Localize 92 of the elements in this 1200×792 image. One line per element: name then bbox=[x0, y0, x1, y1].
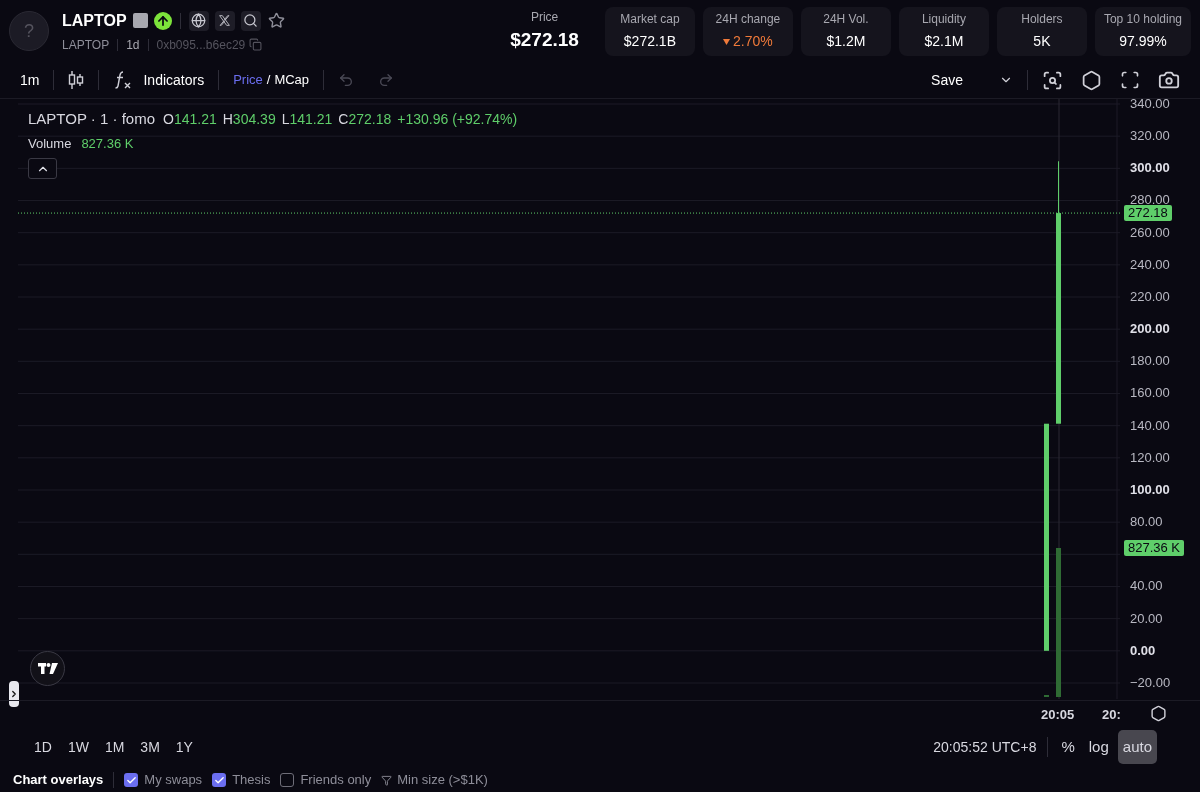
price-axis-label: 220.00 bbox=[1130, 289, 1170, 305]
ohlc-value: O141.21 bbox=[163, 109, 217, 129]
price-axis-label: 40.00 bbox=[1130, 578, 1163, 595]
stat-label: Top 10 holding bbox=[1103, 11, 1182, 28]
token-symbol: LAPTOP bbox=[62, 36, 110, 54]
tradingview-logo bbox=[30, 651, 65, 686]
price-label: Price bbox=[530, 8, 559, 26]
indicators-button[interactable]: Indicators bbox=[113, 69, 205, 91]
price-axis-label: 240.00 bbox=[1130, 256, 1170, 273]
candles-icon[interactable] bbox=[68, 70, 85, 90]
stat-label: Liquidity bbox=[921, 11, 966, 28]
price-axis-label: 280.00 bbox=[1130, 192, 1170, 208]
contract-address: 0xb095...b6ec29 bbox=[156, 36, 246, 54]
down-triangle-icon bbox=[723, 38, 731, 45]
checkbox[interactable] bbox=[212, 773, 227, 787]
token-age: 1d bbox=[126, 36, 140, 54]
range-button[interactable]: 3M bbox=[140, 736, 160, 758]
price-tag: 272.18 bbox=[1124, 205, 1172, 222]
range-button[interactable]: 1M bbox=[104, 736, 125, 758]
x-logo-button[interactable] bbox=[214, 10, 235, 31]
time-axis-label: 20:05 bbox=[1041, 706, 1075, 724]
stat-value: $2.1M bbox=[924, 32, 964, 51]
stat-label: 24H change bbox=[715, 11, 781, 28]
time-axis-label: 20: bbox=[1102, 706, 1121, 724]
search-button[interactable] bbox=[240, 10, 261, 31]
price-axis-label: 120.00 bbox=[1130, 449, 1170, 466]
legend-title: LAPTOP · 1 · fomo bbox=[28, 109, 155, 129]
price-axis-label: 80.00 bbox=[1130, 514, 1163, 531]
volume-value: 827.36 K bbox=[81, 135, 134, 153]
x-logo-icon bbox=[218, 14, 232, 27]
save-button[interactable]: Save bbox=[931, 69, 963, 91]
checkbox-label: Friends only bbox=[300, 771, 372, 790]
copy-icon[interactable] bbox=[249, 38, 263, 51]
chevron-right-icon bbox=[9, 689, 19, 699]
mode-separator: / bbox=[266, 71, 271, 90]
clock-time: 20:05:52 UTC+8 bbox=[933, 737, 1037, 757]
stat-value: $1.2M bbox=[826, 32, 866, 51]
star-button[interactable] bbox=[266, 10, 287, 31]
change-value: +130.96 (+92.74%) bbox=[397, 109, 518, 129]
overlays-title: Chart overlays bbox=[13, 771, 104, 790]
price-axis-label: 180.00 bbox=[1130, 353, 1170, 370]
zoom-search-icon[interactable] bbox=[1042, 69, 1063, 91]
price-axis-label: 20.00 bbox=[1130, 610, 1163, 627]
price-axis-label: 320.00 bbox=[1130, 128, 1170, 145]
scale-toggle[interactable]: % bbox=[1056, 730, 1080, 764]
ohlc-value: H304.39 bbox=[222, 109, 276, 129]
price-value: $272.18 bbox=[510, 27, 579, 52]
ohlc-value: L141.21 bbox=[281, 109, 333, 129]
range-button[interactable]: 1D bbox=[34, 736, 52, 758]
sidebar-toggle[interactable] bbox=[9, 681, 19, 707]
stat-label: Holders bbox=[1021, 11, 1063, 28]
checkbox[interactable] bbox=[124, 773, 139, 787]
fullscreen-icon[interactable] bbox=[1120, 70, 1140, 90]
stat-value: 97.99% bbox=[1119, 32, 1167, 51]
stat-value: 5K bbox=[1033, 32, 1051, 51]
ohlc-value: C272.18 bbox=[338, 109, 392, 129]
interval-button[interactable]: 1m bbox=[20, 69, 40, 91]
price-axis-label: 300.00 bbox=[1130, 160, 1170, 177]
price-axis-label: 0.00 bbox=[1130, 642, 1156, 659]
price-axis-label: 100.00 bbox=[1130, 482, 1170, 498]
price-axis-label: −20.00 bbox=[1130, 675, 1171, 691]
stat-label: Market cap bbox=[620, 11, 680, 28]
stat-value: $272.1B bbox=[623, 32, 676, 51]
price-axis-label: 160.00 bbox=[1130, 385, 1170, 402]
square-icon bbox=[132, 13, 148, 28]
filter-icon bbox=[381, 774, 393, 786]
axis-settings-icon[interactable] bbox=[1150, 705, 1167, 722]
settings-icon[interactable] bbox=[1081, 69, 1102, 91]
price-axis-label: 340.00 bbox=[1130, 96, 1170, 112]
token-avatar: ? bbox=[9, 11, 49, 51]
min-size-filter[interactable]: Min size (>$1K) bbox=[381, 770, 488, 790]
scale-toggle[interactable]: log bbox=[1083, 730, 1114, 764]
camera-icon[interactable] bbox=[1158, 69, 1180, 91]
price-axis-label: 140.00 bbox=[1130, 417, 1170, 434]
mode-toggle[interactable]: MCap bbox=[274, 70, 310, 90]
token-name: LAPTOP bbox=[62, 10, 127, 31]
stat-value: 2.70% bbox=[733, 32, 773, 51]
range-button[interactable]: 1W bbox=[67, 736, 89, 758]
checkbox-label: My swaps bbox=[144, 771, 203, 790]
range-button[interactable]: 1Y bbox=[175, 736, 193, 758]
volume-tag: 827.36 K bbox=[1124, 540, 1185, 556]
stat-label: 24H Vol. bbox=[823, 11, 869, 28]
mode-toggle[interactable]: Price bbox=[233, 70, 263, 90]
arrow-up-icon bbox=[153, 11, 172, 30]
collapse-button[interactable] bbox=[28, 158, 57, 179]
checkbox[interactable] bbox=[280, 773, 295, 787]
scale-toggle[interactable]: auto bbox=[1117, 730, 1157, 764]
checkbox-label: Thesis bbox=[232, 771, 271, 790]
globe-button[interactable] bbox=[188, 10, 209, 31]
price-axis-label: 260.00 bbox=[1130, 224, 1170, 241]
price-axis-label: 200.00 bbox=[1130, 321, 1170, 338]
volume-label: Volume bbox=[28, 135, 72, 153]
